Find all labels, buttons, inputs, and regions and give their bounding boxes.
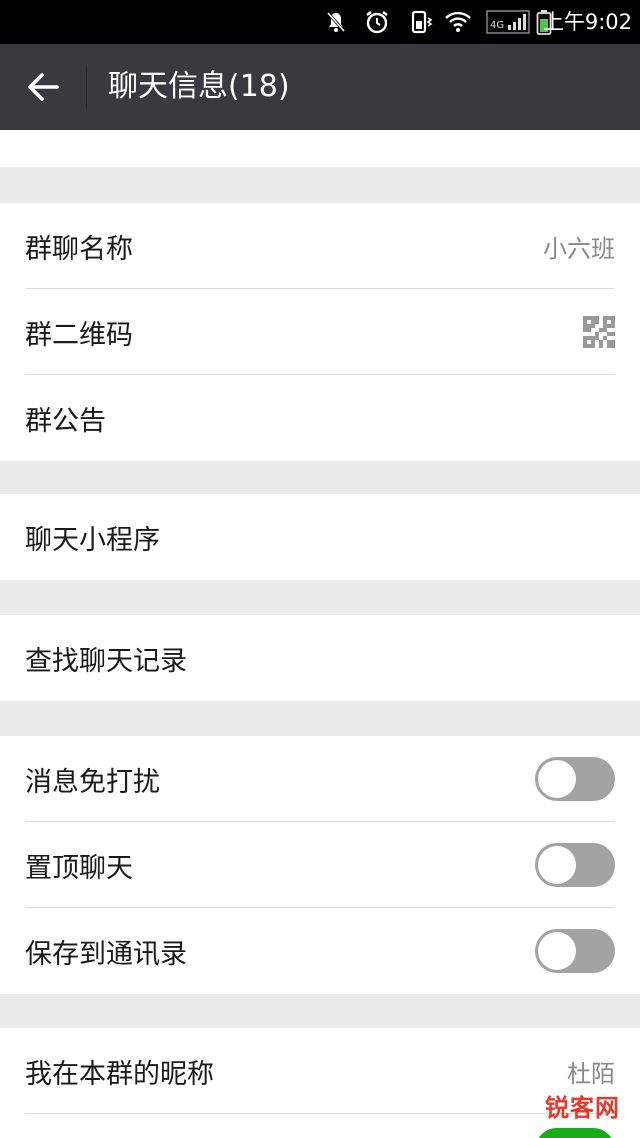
sticky-label: 置顶聊天 (25, 852, 133, 884)
search-history-section: 查找聊天记录 (0, 615, 640, 701)
save-contacts-row: 保存到通讯录 (0, 908, 640, 994)
nickname-label: 我在本群的昵称 (25, 1058, 214, 1090)
toggle-knob (538, 846, 576, 884)
status-bar: 4G 上午9:02 (0, 0, 640, 44)
group-qr-label: 群二维码 (25, 319, 133, 351)
nickname-row[interactable]: 我在本群的昵称 杜陌 (0, 1028, 640, 1114)
signal-icon: 4G (486, 8, 530, 36)
watermark: 锐客网 (545, 1088, 620, 1123)
title-bar: 聊天信息(18) (0, 44, 640, 130)
toggle-knob (538, 760, 576, 798)
watermark-text: 锐客网 (545, 1094, 620, 1122)
qr-code-icon (583, 316, 615, 348)
sticky-row: 置顶聊天 (0, 822, 640, 908)
page-title: 聊天信息(18) (108, 69, 290, 104)
row-divider (25, 1113, 615, 1114)
nickname-section: 我在本群的昵称 杜陌 (0, 1028, 640, 1138)
group-name-row[interactable]: 群聊名称 小六班 (0, 203, 640, 289)
toggle-knob (538, 932, 576, 970)
group-name-value: 小六班 (543, 234, 615, 263)
save-contacts-toggle[interactable] (535, 929, 615, 973)
group-info-section: 群聊名称 小六班 群二维码 群公告 (0, 203, 640, 461)
wifi-icon (442, 8, 474, 36)
arrow-left-icon (28, 73, 59, 101)
settings-section: 消息免打扰 置顶聊天 保存到通讯录 (0, 736, 640, 994)
search-history-row[interactable]: 查找聊天记录 (0, 615, 640, 701)
show-nicknames-toggle[interactable] (535, 1128, 615, 1138)
group-name-label: 群聊名称 (25, 233, 133, 265)
title-divider (86, 66, 87, 108)
phone-vibrate-icon (406, 8, 436, 36)
group-notice-label: 群公告 (25, 405, 106, 437)
group-notice-row[interactable]: 群公告 (0, 375, 640, 461)
mini-program-section: 聊天小程序 (0, 494, 640, 580)
members-area-edge (0, 130, 640, 167)
group-qr-row[interactable]: 群二维码 (0, 289, 640, 375)
status-time: 上午9:02 (542, 10, 632, 34)
nickname-value: 杜陌 (567, 1059, 615, 1088)
mute-toggle[interactable] (535, 757, 615, 801)
search-history-label: 查找聊天记录 (25, 645, 187, 677)
mini-program-label: 聊天小程序 (25, 524, 160, 556)
save-contacts-label: 保存到通讯录 (25, 938, 187, 970)
alarm-clock-icon (362, 8, 392, 36)
mute-label: 消息免打扰 (25, 766, 160, 798)
sticky-toggle[interactable] (535, 843, 615, 887)
mini-program-row[interactable]: 聊天小程序 (0, 494, 640, 580)
back-button[interactable] (14, 58, 72, 116)
mute-bell-icon (322, 8, 350, 36)
mute-row: 消息免打扰 (0, 736, 640, 822)
network-type-label: 4G (490, 20, 504, 31)
